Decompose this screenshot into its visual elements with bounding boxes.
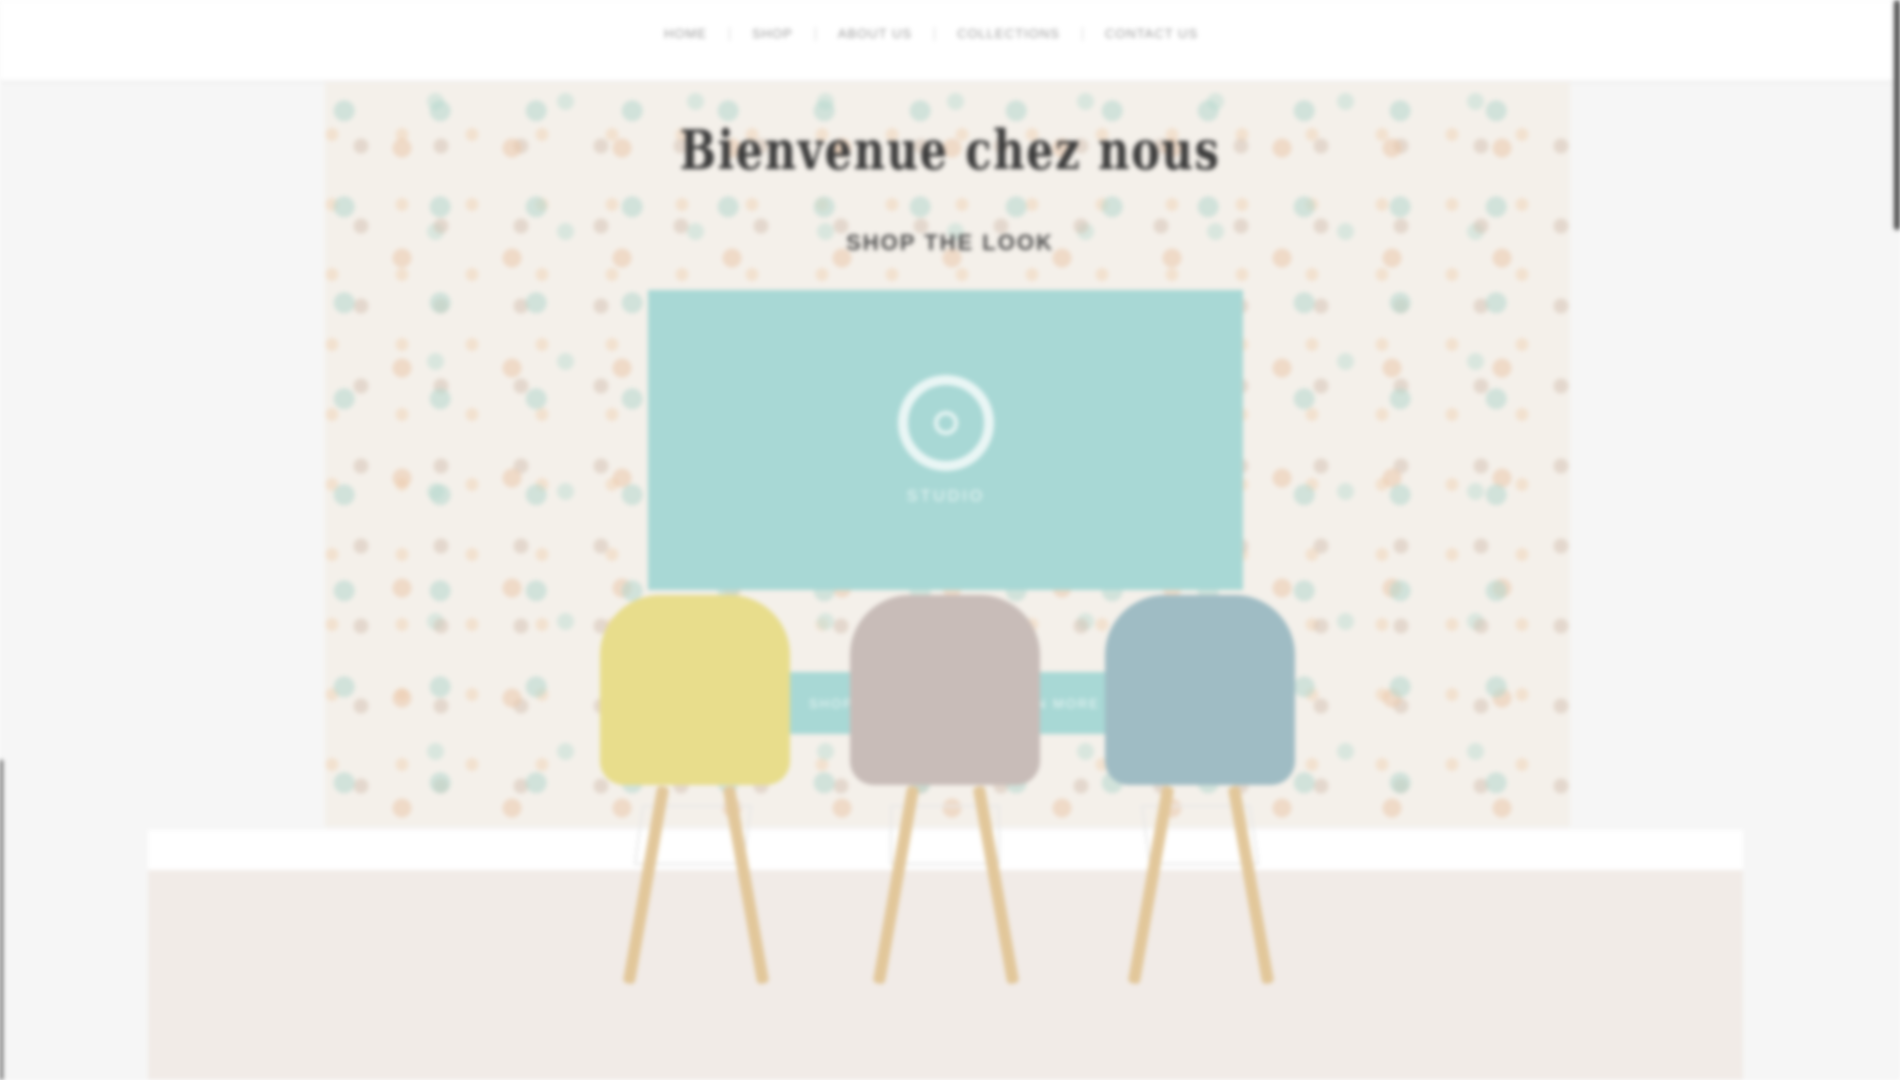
brand-logo-text: STUDIO: [906, 488, 986, 505]
chair-seat: [850, 595, 1040, 785]
hero-subtitle: SHOP THE LOOK: [846, 230, 1054, 255]
top-navigation-bar: HOME SHOP ABOUT US COLLECTIONS CONTACT U…: [0, 0, 1894, 80]
nav-divider: [814, 26, 816, 41]
chair-seat: [600, 595, 790, 785]
main-nav: HOME SHOP ABOUT US COLLECTIONS CONTACT U…: [660, 26, 1202, 41]
nav-divider: [1081, 26, 1083, 41]
nav-item-about[interactable]: ABOUT US: [834, 26, 916, 41]
yellow-chair: [590, 595, 800, 990]
nav-item-home[interactable]: HOME: [660, 26, 711, 41]
nav-item-collections[interactable]: COLLECTIONS: [953, 26, 1064, 41]
brand-logo-center-icon: [934, 411, 958, 435]
taupe-chair: [840, 595, 1050, 990]
nav-divider: [934, 26, 936, 41]
vertical-scrollbar[interactable]: [1894, 0, 1900, 230]
blue-chair: [1095, 595, 1305, 990]
window-edge: [0, 760, 3, 1080]
nav-divider: [729, 26, 730, 41]
nav-item-contact[interactable]: CONTACT US: [1101, 26, 1202, 41]
nav-item-shop[interactable]: SHOP: [748, 26, 797, 41]
chair-seat: [1105, 595, 1295, 785]
hero-title: Bienvenue chez nous: [679, 118, 1221, 182]
